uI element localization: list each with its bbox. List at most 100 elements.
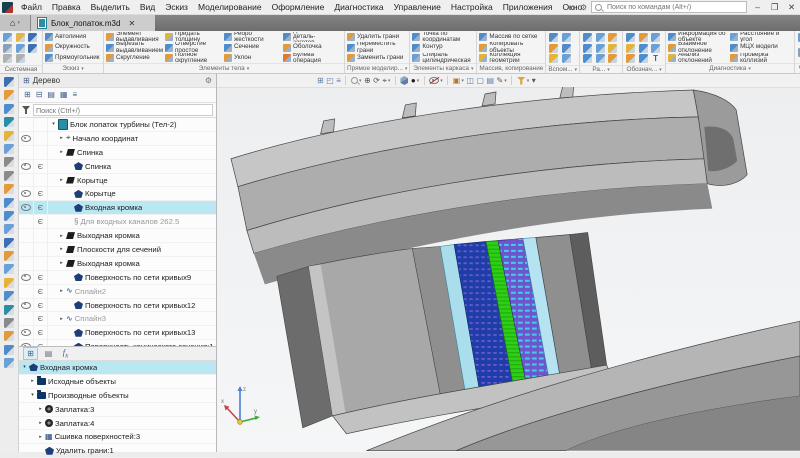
- tree-item[interactable]: Є▸∿Сплайн3: [19, 312, 216, 326]
- ribbon-group-label-diagnostics[interactable]: Диагностика▾: [666, 63, 794, 73]
- angular-dim-icon[interactable]: [596, 33, 605, 42]
- home-menu-button[interactable]: ⌂ ▾: [0, 15, 31, 31]
- tree-item[interactable]: ▾Блок лопаток турбины (Тел-2): [19, 118, 216, 132]
- section-view-icon[interactable]: ◫: [466, 77, 474, 85]
- ribbon-group-label-solid-features[interactable]: Элементы тела▾: [104, 63, 344, 73]
- expand-arrow-icon[interactable]: ▸: [58, 149, 65, 155]
- visibility-cell[interactable]: [19, 285, 34, 298]
- tree-search-input[interactable]: [33, 104, 213, 116]
- tolerance-icon[interactable]: [626, 44, 635, 53]
- contour-button[interactable]: Контур: [412, 42, 474, 52]
- mass-properties-button[interactable]: МЦХ модели: [730, 42, 792, 52]
- open-icon[interactable]: [16, 33, 25, 42]
- roughness-icon[interactable]: [651, 33, 660, 42]
- aux-copy-icon[interactable]: [562, 54, 571, 63]
- visibility-cell[interactable]: [19, 243, 34, 256]
- radial-dim-icon[interactable]: [608, 33, 617, 42]
- tree-item[interactable]: ЄВходная кромка: [19, 201, 216, 215]
- diameter-dim-icon[interactable]: [583, 44, 592, 53]
- tree-item[interactable]: ▸Выходная кромка: [19, 257, 216, 271]
- snap-icon[interactable]: [4, 90, 14, 100]
- panel-gear-icon[interactable]: ⚙: [205, 76, 212, 85]
- section-cell[interactable]: [34, 243, 48, 256]
- plane-icon[interactable]: [4, 104, 14, 114]
- panel-layout-icon[interactable]: ⊞: [317, 77, 324, 85]
- section-cell[interactable]: Є: [34, 187, 48, 200]
- visibility-cell[interactable]: [19, 312, 34, 325]
- cylindrical-spiral-button[interactable]: Спираль цилиндрическая: [412, 53, 474, 63]
- clip-frame-icon[interactable]: ▣▾: [453, 77, 464, 85]
- visibility-cell[interactable]: [19, 271, 34, 284]
- axis-tool-icon[interactable]: [4, 238, 14, 248]
- boolean-button[interactable]: Булева операция: [283, 53, 342, 63]
- sketch-icon[interactable]: [4, 117, 14, 127]
- fillet-button[interactable]: Скругление: [106, 53, 165, 63]
- menu-item-Управление[interactable]: Управление: [389, 2, 446, 12]
- visibility-cell[interactable]: [19, 132, 34, 145]
- tree-item[interactable]: ▾Входная кромка: [19, 361, 216, 375]
- scene-list-icon[interactable]: ≡: [336, 77, 341, 85]
- minimize-button[interactable]: –: [751, 2, 764, 12]
- layers-view-icon[interactable]: ≡: [73, 91, 78, 99]
- tree-item[interactable]: ЄСпинка: [19, 160, 216, 174]
- save-as-icon[interactable]: [28, 44, 37, 53]
- copy-objects-button[interactable]: Копировать объекты: [479, 42, 541, 52]
- orientation-icon[interactable]: ⌖▾: [382, 77, 390, 85]
- undo-icon[interactable]: [3, 54, 12, 63]
- tree-item[interactable]: Удалить грани:1: [19, 444, 216, 458]
- tree-item[interactable]: ▸⌖Начало координат: [19, 132, 216, 146]
- tree-item[interactable]: ▾Производные объекты: [19, 389, 216, 403]
- aux-lcs-icon[interactable]: [562, 44, 571, 53]
- leader-icon[interactable]: [626, 33, 635, 42]
- composition-icon[interactable]: ▦: [60, 91, 68, 99]
- plus-icon[interactable]: [4, 211, 14, 221]
- tree-item[interactable]: ▸Заплатка:4: [19, 417, 216, 431]
- new-window-icon[interactable]: ◰: [326, 77, 334, 85]
- rotate-icon[interactable]: ⟳: [373, 77, 380, 85]
- filter-icon[interactable]: ▾: [517, 77, 530, 85]
- restore-button[interactable]: ❐: [768, 2, 781, 13]
- menu-item-Моделирование[interactable]: Моделирование: [193, 2, 267, 12]
- expand-arrow-icon[interactable]: ▸: [58, 260, 65, 266]
- tree-item[interactable]: ЄПоверхность по сети кривых9: [19, 271, 216, 285]
- visibility-cell[interactable]: [19, 326, 34, 339]
- model-icon[interactable]: [4, 77, 14, 87]
- visibility-cell[interactable]: [19, 229, 34, 242]
- settings-b-icon[interactable]: [4, 171, 14, 181]
- menu-item-Выделить[interactable]: Выделить: [86, 2, 135, 12]
- object-info-button[interactable]: Информация об объекте: [668, 32, 730, 42]
- eye-icon[interactable]: [21, 343, 31, 346]
- height-dim-icon[interactable]: [608, 44, 617, 53]
- preview-icon[interactable]: [16, 44, 25, 53]
- position-icon[interactable]: [651, 44, 660, 53]
- pan-icon[interactable]: ⊕: [364, 77, 371, 85]
- zoom-tool-icon[interactable]: [4, 264, 14, 274]
- simple-hole-button[interactable]: Отверстие простое: [165, 42, 224, 52]
- datum-icon[interactable]: [639, 33, 648, 42]
- zoom-icon[interactable]: ▾: [351, 77, 362, 84]
- visibility-cell[interactable]: [19, 187, 34, 200]
- visibility-cell[interactable]: [19, 257, 34, 270]
- rib-button[interactable]: Ребро жесткости: [224, 32, 283, 42]
- relations-icon[interactable]: ⊟: [36, 91, 43, 99]
- section-cell[interactable]: [34, 174, 48, 187]
- filter-funnel-icon[interactable]: [22, 106, 30, 114]
- subtree-tab-fx[interactable]: fx: [59, 348, 72, 359]
- menu-item-Правка[interactable]: Правка: [47, 2, 86, 12]
- tree-item[interactable]: Є▸∿Сплайн2: [19, 285, 216, 299]
- tree-structure-icon[interactable]: ⊞: [24, 91, 31, 99]
- autoline-button[interactable]: Автолиния: [45, 32, 101, 42]
- aux-point-icon[interactable]: [549, 44, 558, 53]
- section-cell[interactable]: Є: [34, 271, 48, 284]
- section-cell[interactable]: Є: [34, 299, 48, 312]
- subtree-tab-list[interactable]: ▤: [42, 348, 55, 359]
- ribbon-group-label-wireframe[interactable]: Элементы каркаса▾: [410, 63, 476, 73]
- collision-check-button[interactable]: Проверка коллизий: [730, 53, 792, 63]
- aux-plane-icon[interactable]: [549, 33, 558, 42]
- menu-item-Эскиз[interactable]: Эскиз: [160, 2, 193, 12]
- note-dim-icon[interactable]: [583, 54, 592, 63]
- ribbon-group-label-sketch[interactable]: Эскиз▾: [43, 63, 103, 73]
- tree-item[interactable]: ЄКорытце: [19, 187, 216, 201]
- base-dim-icon[interactable]: [608, 54, 617, 63]
- section-cell[interactable]: Є: [34, 312, 48, 325]
